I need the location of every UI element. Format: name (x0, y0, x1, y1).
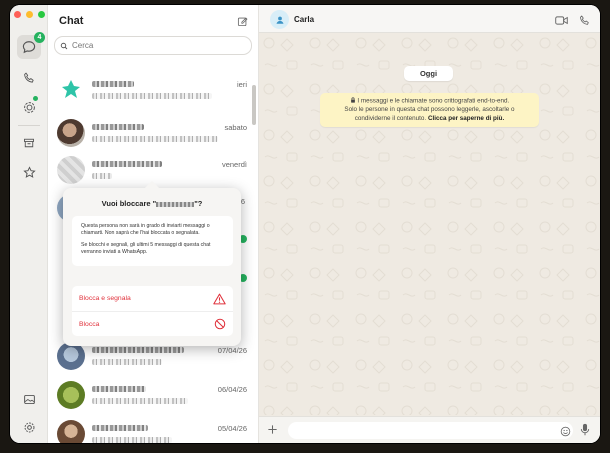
avatar (57, 119, 85, 147)
chat-date: venerdì (221, 160, 247, 169)
nav-rail: 4 (10, 5, 48, 443)
emoji-button[interactable] (560, 424, 571, 442)
chat-name-redacted (92, 347, 184, 353)
avatar (57, 381, 85, 409)
phone-icon (24, 72, 34, 83)
close-window-button[interactable] (14, 11, 21, 18)
popover-description: Questa persona non sarà in grado di invi… (72, 216, 233, 266)
microphone-icon (580, 423, 590, 436)
contact-name: Carla (294, 15, 315, 24)
day-separator: Oggi (404, 66, 453, 81)
avatar (57, 420, 85, 443)
encryption-notice-line-2: Solo le persone in questa chat possono l… (326, 106, 533, 123)
zoom-window-button[interactable] (38, 11, 45, 18)
compose-icon (237, 17, 248, 27)
nav-settings-button[interactable] (17, 415, 41, 439)
video-camera-icon (555, 16, 568, 25)
window-controls (14, 11, 45, 18)
popover-actions: Blocca e segnala Blocca (72, 286, 233, 336)
chat-name-redacted (92, 425, 148, 431)
nav-starred-button[interactable] (17, 160, 41, 184)
block-and-report-button[interactable]: Blocca e segnala (72, 286, 233, 311)
nav-chats-button[interactable]: 4 (17, 32, 45, 59)
popover-title-suffix: "? (194, 199, 203, 208)
search-icon (60, 42, 68, 49)
search-box[interactable] (54, 36, 252, 55)
attach-button[interactable] (267, 423, 278, 437)
chat-name-redacted (92, 161, 162, 167)
avatar (57, 156, 85, 184)
chat-name-redacted (92, 124, 144, 130)
chat-date: sabato (224, 123, 247, 132)
phone-icon (580, 15, 589, 25)
message-input[interactable] (288, 422, 573, 439)
popover-title-prefix: Vuoi bloccare " (101, 199, 157, 208)
voice-message-button[interactable] (580, 423, 590, 441)
chat-row[interactable]: 05/04/26 (48, 417, 259, 443)
chat-date: ieri (236, 80, 247, 89)
chat-row[interactable]: ieri (48, 73, 259, 111)
lock-icon (350, 97, 355, 103)
message-composer (259, 416, 600, 443)
block-button[interactable]: Blocca (72, 311, 233, 336)
unread-badge: 4 (34, 32, 45, 43)
block-label: Blocca (79, 320, 100, 328)
popover-title: Vuoi bloccare " "? (63, 199, 241, 208)
contact-avatar[interactable] (270, 10, 289, 29)
contact-name-redacted (156, 201, 195, 207)
plus-icon (268, 425, 277, 434)
avatar (57, 342, 85, 370)
encryption-notice[interactable]: I messaggi e le chiamate sono crittograf… (320, 93, 539, 127)
chat-wallpaper (259, 33, 600, 415)
chat-list-scrollbar[interactable] (252, 85, 256, 125)
chat-preview-redacted (92, 173, 112, 179)
chat-preview-redacted (92, 398, 188, 404)
block-contact-popover: Vuoi bloccare " "? Questa persona non sar… (63, 188, 241, 346)
media-icon (23, 394, 35, 404)
chat-name-redacted (92, 386, 146, 392)
voice-call-button[interactable] (579, 13, 590, 31)
chat-preview-redacted (92, 136, 218, 142)
chat-preview-redacted (92, 93, 212, 99)
warning-icon (213, 293, 226, 304)
chat-preview-redacted (92, 437, 172, 443)
video-call-button[interactable] (555, 13, 568, 31)
nav-media-button[interactable] (17, 387, 41, 411)
chat-date: 07/04/26 (217, 346, 247, 355)
avatar (57, 76, 85, 104)
encryption-notice-text-1: I messaggi e le chiamate sono crittograf… (357, 97, 510, 105)
rail-divider (18, 125, 40, 126)
chat-name-redacted (92, 81, 134, 87)
new-chat-button[interactable] (237, 14, 248, 32)
chat-bubble-icon (22, 41, 36, 54)
gear-icon (24, 422, 34, 432)
chat-preview-redacted (92, 359, 162, 365)
chat-row[interactable]: sabato (48, 116, 259, 154)
person-icon (276, 16, 283, 24)
nav-status-button[interactable] (17, 95, 41, 119)
emoji-icon (560, 426, 571, 437)
search-input[interactable] (72, 41, 242, 50)
learn-more-link[interactable]: Clicca per saperne di più. (428, 115, 504, 122)
nav-calls-button[interactable] (17, 66, 41, 90)
popover-body-text-2: Se blocchi e segnali, gli ultimi 5 messa… (81, 242, 211, 256)
chat-list-title: Chat (59, 15, 84, 27)
popover-body-text-1: Questa persona non sarà in grado di invi… (81, 223, 210, 237)
archive-icon (24, 138, 34, 148)
chat-date-partial: 6 (240, 197, 245, 206)
conversation-header[interactable]: Carla (259, 5, 600, 33)
nav-archived-button[interactable] (17, 131, 41, 155)
block-and-report-label: Blocca e segnala (79, 295, 131, 302)
encryption-notice-line-1: I messaggi e le chiamate sono crittograf… (326, 97, 533, 106)
chat-date: 06/04/26 (217, 385, 247, 394)
star-icon (22, 165, 36, 178)
conversation-panel: Carla Oggi I messaggi e le chiamate sono… (259, 5, 600, 443)
new-status-dot (33, 96, 38, 101)
chat-date: 05/04/26 (217, 424, 247, 433)
minimize-window-button[interactable] (26, 11, 33, 18)
block-icon (214, 318, 226, 330)
status-icon (23, 101, 35, 113)
chat-row[interactable]: 06/04/26 (48, 378, 259, 416)
